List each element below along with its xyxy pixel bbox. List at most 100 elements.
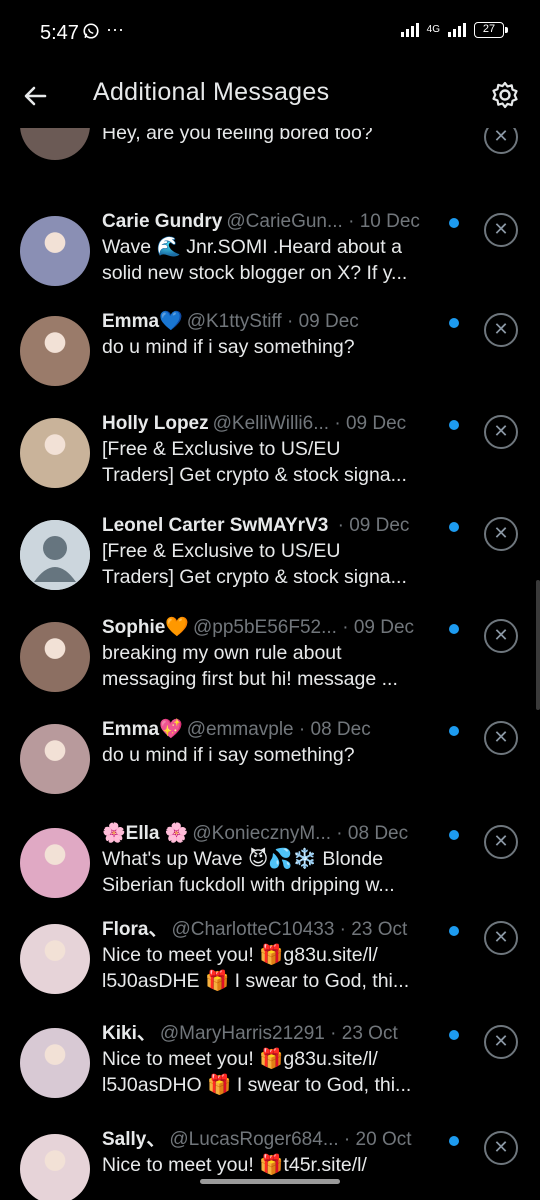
message-preview-line-1: do u mind if i say something?: [102, 336, 355, 358]
message-content: Kiki、 @MaryHarris21291 · 23 Oct Nice to me…: [102, 1022, 442, 1098]
unread-indicator: [449, 830, 459, 840]
message-preview-line-1: breaking my own rule about: [102, 642, 342, 664]
sender-handle: @emmavple: [186, 719, 294, 740]
separator-dot: ·: [336, 617, 354, 638]
sender-handle: @K1ttyStiff: [186, 311, 282, 332]
message-preview-line-2: messaging first but hi! message ...: [102, 668, 398, 690]
message-row[interactable]: Sally、 @LucasRoger684... · 20 Oct Nice to …: [0, 1114, 540, 1200]
message-date: 09 Dec: [349, 515, 410, 536]
sender-handle: @CarieGun...: [226, 211, 343, 232]
status-bar: 5:47 ··· 4G 27: [0, 0, 540, 66]
sender-name: Flora、: [102, 919, 168, 940]
avatar[interactable]: [20, 1028, 90, 1098]
sender-name: Carie Gundry: [102, 211, 223, 232]
arrow-left-icon: [24, 86, 47, 106]
sender-handle: @LucasRoger684...: [169, 1129, 339, 1150]
avatar[interactable]: [20, 724, 90, 794]
message-date: 23 Oct: [351, 919, 408, 940]
message-meta: Carie Gundry @CarieGun... · 10 Dec: [102, 210, 442, 234]
message-preview-line-2: l5J0asDHE 🎁 I swear to God, thi...: [102, 970, 410, 992]
sender-handle: @pp5bE56F52...: [193, 617, 337, 638]
message-row[interactable]: Emma💖 @emmavple · 08 Dec do u mind if i sa…: [0, 704, 540, 806]
battery-icon: 27: [474, 22, 508, 38]
sender-name: Emma💙: [102, 311, 183, 332]
message-meta: Holly Lopez @KelliWilli6... · 09 Dec: [102, 412, 442, 436]
sender-handle: @CharlotteC10433: [171, 919, 335, 940]
page-title: Additional Messages: [93, 78, 330, 106]
message-meta: Kiki、 @MaryHarris21291 · 23 Oct: [102, 1022, 442, 1046]
sender-handle: @KoniecznyM...: [192, 823, 332, 844]
avatar[interactable]: [20, 828, 90, 898]
message-preview-line-1: What's up Wave 😈💦❄️ Blonde: [102, 848, 384, 870]
avatar[interactable]: [20, 1134, 90, 1200]
avatar[interactable]: [20, 216, 90, 286]
dismiss-button[interactable]: ✕: [484, 213, 518, 247]
message-date: 08 Dec: [347, 823, 409, 844]
message-row[interactable]: Sophie🧡 @pp5bE56F52... · 09 Dec breaking m…: [0, 602, 540, 704]
message-meta: 🌸Ella 🌸 @KoniecznyM... · 08 Dec: [102, 822, 442, 846]
avatar[interactable]: [20, 316, 90, 386]
message-row[interactable]: 🌸Ella 🌸 @KoniecznyM... · 08 Dec What's up …: [0, 808, 540, 910]
dismiss-button[interactable]: ✕: [484, 1025, 518, 1059]
message-row[interactable]: Emma💙 @K1ttyStiff · 09 Dec do u mind if i …: [0, 296, 540, 398]
sender-name: Holly Lopez: [102, 413, 209, 434]
dismiss-button[interactable]: ✕: [484, 313, 518, 347]
signal-icon: [400, 23, 419, 37]
dismiss-button[interactable]: ✕: [484, 517, 518, 551]
network-type-label: 4G: [426, 24, 440, 35]
message-preview-line-1: Nice to meet you! 🎁g83u.site/l/: [102, 944, 378, 966]
separator-dot: ·: [334, 919, 352, 940]
separator-dot: ·: [329, 413, 346, 434]
back-button[interactable]: [18, 78, 54, 114]
settings-button[interactable]: [486, 76, 524, 114]
dismiss-button[interactable]: ✕: [484, 921, 518, 955]
separator-dot: ·: [293, 719, 311, 740]
unread-indicator: [449, 1136, 459, 1146]
message-row[interactable]: Holly Lopez @KelliWilli6... · 09 Dec [Free…: [0, 398, 540, 500]
message-row[interactable]: Carie Gundry @CarieGun... · 10 Dec Wave 🌊 …: [0, 196, 540, 298]
message-row[interactable]: Kiki、 @MaryHarris21291 · 23 Oct Nice to me…: [0, 1008, 540, 1110]
dismiss-button[interactable]: ✕: [484, 415, 518, 449]
message-meta: Emma💙 @K1ttyStiff · 09 Dec: [102, 310, 442, 334]
dismiss-button[interactable]: ✕: [484, 1131, 518, 1165]
unread-indicator: [449, 318, 459, 328]
message-preview-line-1: [Free & Exclusive to US/EU: [102, 540, 341, 562]
dismiss-button[interactable]: ✕: [484, 619, 518, 653]
message-meta: Leonel Carter SwMAYrV3 · 09 Dec: [102, 514, 442, 538]
message-content: Holly Lopez @KelliWilli6... · 09 Dec [Free…: [102, 412, 442, 488]
message-date: 23 Oct: [341, 1023, 398, 1044]
sender-name: Sally、: [102, 1129, 166, 1150]
message-row[interactable]: Flora、 @CharlotteC10433 · 23 Oct Nice to m…: [0, 904, 540, 1006]
unread-indicator: [449, 1030, 459, 1040]
message-row[interactable]: Leonel Carter SwMAYrV3 · 09 Dec [Free & E…: [0, 500, 540, 602]
scrollbar[interactable]: [536, 580, 540, 710]
dismiss-button[interactable]: ✕: [484, 825, 518, 859]
message-content: Emma💖 @emmavple · 08 Dec do u mind if i sa…: [102, 718, 442, 768]
sender-name: Leonel Carter SwMAYrV3: [102, 515, 329, 536]
separator-dot: ·: [342, 211, 360, 232]
avatar[interactable]: [20, 924, 90, 994]
message-preview-line-2: Siberian fuckdoll with dripping w...: [102, 874, 395, 896]
message-content: Leonel Carter SwMAYrV3 · 09 Dec [Free & E…: [102, 514, 442, 590]
avatar[interactable]: [20, 520, 90, 590]
message-meta: Emma💖 @emmavple · 08 Dec: [102, 718, 442, 742]
home-indicator[interactable]: [200, 1179, 340, 1184]
message-content: Flora、 @CharlotteC10433 · 23 Oct Nice to m…: [102, 918, 442, 994]
status-right-icons: 4G 27: [400, 22, 508, 38]
message-preview-line-1: Wave 🌊 Jnr.SOMI .Heard about a: [102, 236, 402, 258]
separator-dot: ·: [332, 515, 350, 536]
message-content: Sophie🧡 @pp5bE56F52... · 09 Dec breaking m…: [102, 616, 442, 692]
dismiss-button[interactable]: ✕: [484, 721, 518, 755]
avatar[interactable]: [20, 418, 90, 488]
separator-dot: ·: [324, 1023, 342, 1044]
separator-dot: ·: [338, 1129, 356, 1150]
unread-indicator: [449, 420, 459, 430]
avatar[interactable]: [20, 622, 90, 692]
message-content: 🌸Ella 🌸 @KoniecznyM... · 08 Dec What's up …: [102, 822, 442, 898]
message-date: 09 Dec: [345, 413, 407, 434]
signal-icon-2: [448, 23, 466, 37]
battery-level: 27: [482, 23, 496, 35]
message-preview-line-2: Traders] Get crypto & stock signa...: [102, 464, 407, 486]
unread-indicator: [449, 624, 459, 634]
separator-dot: ·: [331, 823, 348, 844]
